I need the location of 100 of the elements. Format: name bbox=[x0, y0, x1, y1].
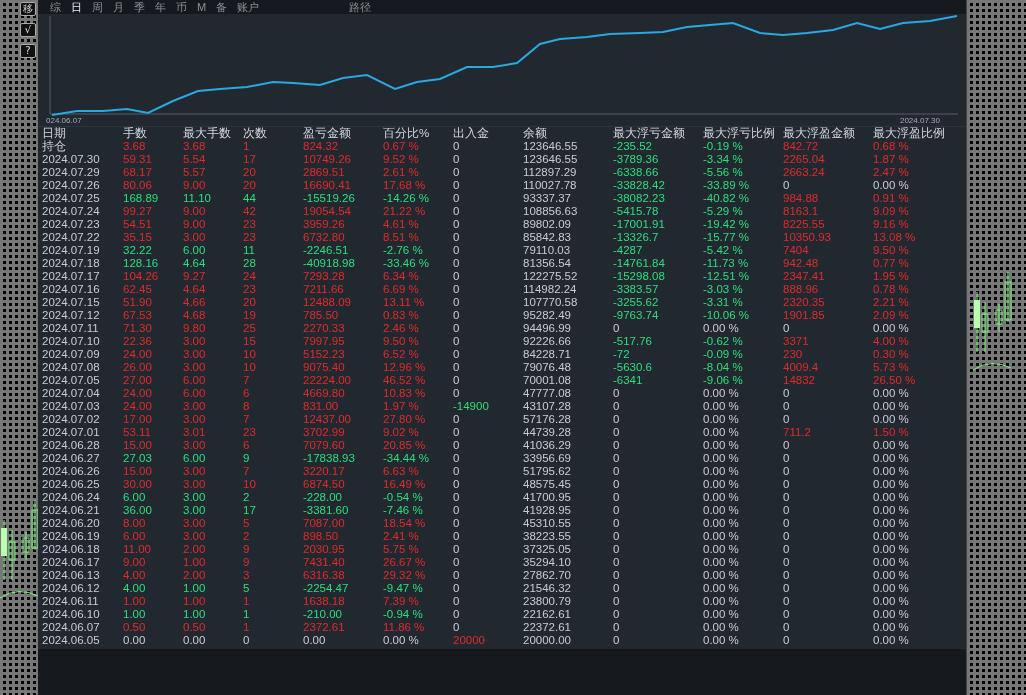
tool-button[interactable]: √ bbox=[20, 23, 36, 37]
table-cell-text: 94496.99 bbox=[523, 322, 572, 335]
table-cell-text: 6732.80 bbox=[303, 231, 346, 244]
table-cell-text: 0.00 % bbox=[873, 556, 910, 569]
period-tab[interactable]: 月 bbox=[113, 0, 124, 15]
table-cell-text: 2347.41 bbox=[783, 270, 826, 283]
table-cell-text: -5.56 % bbox=[703, 166, 744, 179]
table-cell-text: 1.00 bbox=[183, 608, 207, 621]
table-cell-text: 0.00 % bbox=[873, 543, 910, 556]
table-cell-text: 2024.07.17 bbox=[42, 270, 101, 283]
axis-label: 2024.07.30 bbox=[899, 116, 940, 126]
table-cell-text: 6.00 bbox=[183, 374, 207, 387]
table-cell-text: -210.00 bbox=[303, 608, 343, 621]
table-cell-text: 0 bbox=[453, 335, 461, 348]
table-cell-text: 7431.40 bbox=[303, 556, 346, 569]
table-cell-text: 0 bbox=[453, 179, 461, 192]
table-cell-text: 0 bbox=[453, 621, 461, 634]
table-cell-text: 6.34 % bbox=[383, 270, 420, 283]
table-cell-text: 3.00 bbox=[183, 504, 207, 517]
table-cell-text: 51.90 bbox=[123, 296, 153, 309]
table-cell-text: 2024.07.02 bbox=[42, 413, 101, 426]
column-header: 最大浮盈比例 bbox=[873, 127, 946, 140]
table-cell-text: 0.78 % bbox=[873, 283, 910, 296]
tool-button[interactable]: 移 bbox=[20, 2, 36, 16]
table-cell-text: 2024.06.20 bbox=[42, 517, 101, 530]
table-cell-text: 6 bbox=[243, 439, 251, 452]
table-cell-text: 25 bbox=[243, 322, 257, 335]
period-tab[interactable]: 综 bbox=[50, 0, 61, 15]
table-cell-text: 5.54 bbox=[183, 153, 207, 166]
table-cell-text: 0 bbox=[453, 283, 461, 296]
table-cell-text: 8163.1 bbox=[783, 205, 820, 218]
table-cell-text: 12.96 % bbox=[383, 361, 427, 374]
table-cell-text: 0.00 % bbox=[703, 517, 740, 530]
table-cell-text: 3.01 bbox=[183, 426, 207, 439]
table-cell-text: 22.36 bbox=[123, 335, 153, 348]
period-tab[interactable]: 日 bbox=[71, 0, 82, 15]
table-cell-text: 0 bbox=[453, 309, 461, 322]
table-cell-text: 0 bbox=[783, 179, 791, 192]
table-cell-text: 0.00 bbox=[303, 634, 327, 647]
table-cell-text: 53.11 bbox=[123, 426, 152, 439]
table-cell-text: 0 bbox=[783, 465, 791, 478]
table-cell-text: 2024.06.25 bbox=[42, 478, 101, 491]
table-cell-text: 0 bbox=[453, 530, 461, 543]
table-cell-text: 89802.09 bbox=[523, 218, 572, 231]
table-cell-text: 9.00 bbox=[183, 205, 207, 218]
table-cell-text: 13.08 % bbox=[873, 231, 917, 244]
table-cell-text: 2024.07.03 bbox=[42, 400, 101, 413]
table-cell-text: 2030.95 bbox=[303, 543, 346, 556]
table-cell-text: 8.00 bbox=[123, 517, 147, 530]
table-cell-text: 12488.09 bbox=[303, 296, 352, 309]
table-cell-text: 1 bbox=[243, 621, 251, 634]
period-tab[interactable]: 季 bbox=[134, 0, 145, 15]
table-cell-text: -12.51 % bbox=[703, 270, 751, 283]
table-cell-text: 7293.28 bbox=[303, 270, 346, 283]
table-cell-text: 17 bbox=[243, 504, 257, 517]
table-cell-text: 0.00 % bbox=[873, 322, 910, 335]
period-tab[interactable]: 币 bbox=[176, 0, 187, 15]
table-cell-text: 0 bbox=[453, 452, 461, 465]
table-cell-text: 5.73 % bbox=[873, 361, 910, 374]
table-cell-text: 984.88 bbox=[783, 192, 820, 205]
period-tab[interactable]: 周 bbox=[92, 0, 103, 15]
table-cell-text: 168.89 bbox=[123, 192, 160, 205]
table-cell-text: 6.00 bbox=[123, 530, 147, 543]
table-cell-text: 54.51 bbox=[123, 218, 153, 231]
table-cell-text: 2024.06.13 bbox=[42, 569, 101, 582]
table-cell-text: 2024.06.18 bbox=[42, 543, 101, 556]
period-tab[interactable]: 备 bbox=[216, 0, 228, 15]
table-cell-text: -0.62 % bbox=[703, 335, 744, 348]
table-cell-text: 2024.06.24 bbox=[42, 491, 101, 504]
table-cell-text: 17.68 % bbox=[383, 179, 427, 192]
table-cell-text: 0 bbox=[613, 452, 621, 465]
table-cell-text: 0 bbox=[613, 569, 621, 582]
table-cell-text: -3.31 % bbox=[703, 296, 744, 309]
table-cell-text: 16690.41 bbox=[303, 179, 352, 192]
period-tab[interactable]: M bbox=[197, 1, 207, 13]
table-cell-text: 4009.4 bbox=[783, 361, 820, 374]
table-cell-text: 230 bbox=[783, 348, 804, 361]
table-cell-text: -38082.23 bbox=[613, 192, 666, 205]
table-cell-text: 2024.06.12 bbox=[42, 582, 101, 595]
table-cell-text: 0 bbox=[783, 569, 791, 582]
table-cell-text: 21.22 % bbox=[383, 205, 427, 218]
table-cell-text: 9.50 % bbox=[383, 335, 420, 348]
table-cell-text: 5.57 bbox=[183, 166, 207, 179]
table-cell-text: 30.00 bbox=[123, 478, 153, 491]
table-cell-text: 7.39 % bbox=[383, 595, 420, 608]
table-cell-text: 15 bbox=[243, 335, 257, 348]
table-cell-text: 0.00 % bbox=[703, 556, 740, 569]
table-cell-text: 1638.18 bbox=[303, 595, 346, 608]
table-cell-text: 0 bbox=[613, 504, 621, 517]
period-tab[interactable]: 年 bbox=[155, 0, 166, 15]
period-tab[interactable]: 账户 bbox=[237, 0, 260, 15]
axis-label: 024.06.07 bbox=[46, 116, 82, 126]
column-header: 盈亏金额 bbox=[303, 127, 352, 140]
table-cell-text: 20 bbox=[243, 179, 257, 192]
table-cell-text: 19 bbox=[243, 309, 257, 322]
table-cell-text: 0.00 % bbox=[873, 621, 910, 634]
tool-button[interactable]: ? bbox=[20, 44, 36, 58]
table-cell-text: 51795.62 bbox=[523, 465, 572, 478]
table-cell-text: 0 bbox=[613, 478, 621, 491]
table-cell-text: 0 bbox=[453, 244, 461, 257]
